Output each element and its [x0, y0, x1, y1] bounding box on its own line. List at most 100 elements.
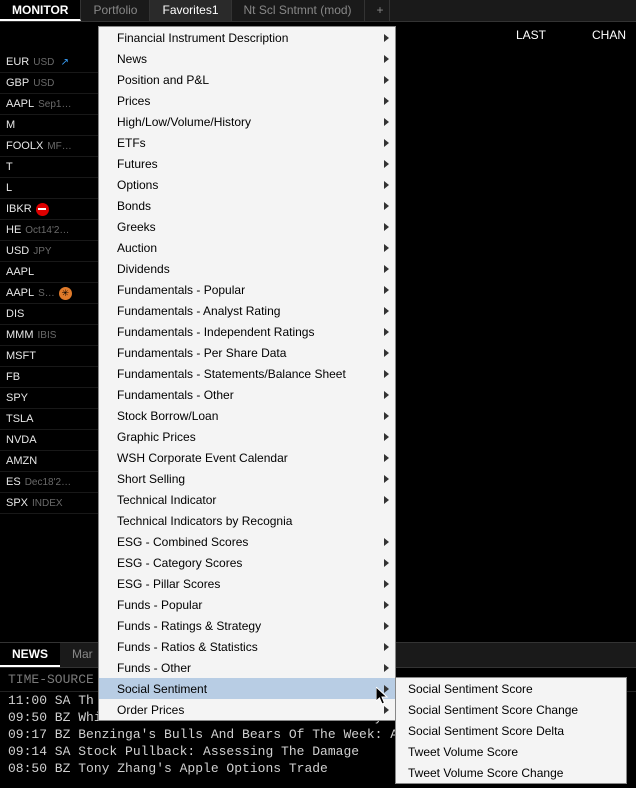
- instrument-row[interactable]: AAPLSep1…: [0, 94, 100, 115]
- menu-item[interactable]: Technical Indicators by Recognia: [99, 510, 395, 531]
- submenu-item[interactable]: Tweet Volume Score Change: [396, 762, 626, 783]
- instrument-symbol: DIS: [6, 308, 24, 320]
- menu-item[interactable]: Position and P&L: [99, 69, 395, 90]
- instrument-symbol: AMZN: [6, 455, 37, 467]
- menu-item[interactable]: High/Low/Volume/History: [99, 111, 395, 132]
- instrument-row[interactable]: TSLA: [0, 409, 100, 430]
- menu-item-label: Fundamentals - Other: [117, 388, 234, 402]
- instrument-row[interactable]: DIS: [0, 304, 100, 325]
- instrument-row[interactable]: AAPLS…✳: [0, 283, 100, 304]
- column-last[interactable]: LAST: [516, 28, 546, 42]
- menu-item[interactable]: Order Prices: [99, 699, 395, 720]
- orange-icon: ✳: [59, 287, 72, 300]
- menu-item-label: Funds - Other: [117, 661, 191, 675]
- instrument-suffix: USD: [33, 57, 54, 68]
- menu-item[interactable]: Fundamentals - Independent Ratings: [99, 321, 395, 342]
- menu-item[interactable]: Fundamentals - Per Share Data: [99, 342, 395, 363]
- instrument-symbol: TSLA: [6, 413, 34, 425]
- submenu-item-label: Social Sentiment Score Change: [408, 703, 578, 717]
- menu-item[interactable]: Bonds: [99, 195, 395, 216]
- instrument-symbol: FB: [6, 371, 20, 383]
- instrument-row[interactable]: IBKR: [0, 199, 100, 220]
- instrument-row[interactable]: MSFT: [0, 346, 100, 367]
- menu-item[interactable]: Financial Instrument Description: [99, 27, 395, 48]
- menu-item-label: High/Low/Volume/History: [117, 115, 251, 129]
- menu-item[interactable]: Social Sentiment: [99, 678, 395, 699]
- menu-item-label: WSH Corporate Event Calendar: [117, 451, 288, 465]
- tab-bar: MONITOR Portfolio Favorites1 Nt Scl Sntm…: [0, 0, 636, 22]
- instrument-row[interactable]: M: [0, 115, 100, 136]
- menu-item-label: Futures: [117, 157, 158, 171]
- instrument-row[interactable]: SPY: [0, 388, 100, 409]
- submenu-item-label: Social Sentiment Score Delta: [408, 724, 564, 738]
- menu-item[interactable]: Funds - Ratios & Statistics: [99, 636, 395, 657]
- menu-item[interactable]: ESG - Pillar Scores: [99, 573, 395, 594]
- instrument-symbol: MMM: [6, 329, 34, 341]
- instrument-symbol: SPY: [6, 392, 28, 404]
- menu-item[interactable]: Fundamentals - Other: [99, 384, 395, 405]
- menu-item[interactable]: WSH Corporate Event Calendar: [99, 447, 395, 468]
- menu-item[interactable]: Prices: [99, 90, 395, 111]
- tab-nt-scl-sntmnt[interactable]: Nt Scl Sntmnt (mod): [232, 0, 365, 21]
- instrument-row[interactable]: FOOLXMF…: [0, 136, 100, 157]
- instrument-suffix: INDEX: [32, 498, 63, 509]
- submenu-item-label: Tweet Volume Score: [408, 745, 518, 759]
- menu-item[interactable]: ESG - Category Scores: [99, 552, 395, 573]
- instrument-row[interactable]: AMZN: [0, 451, 100, 472]
- instrument-row[interactable]: T: [0, 157, 100, 178]
- menu-item[interactable]: Fundamentals - Statements/Balance Sheet: [99, 363, 395, 384]
- menu-item[interactable]: News: [99, 48, 395, 69]
- instrument-symbol: MSFT: [6, 350, 36, 362]
- column-change[interactable]: CHAN: [592, 28, 626, 42]
- menu-item-label: Greeks: [117, 220, 156, 234]
- submenu-item[interactable]: Social Sentiment Score Delta: [396, 720, 626, 741]
- menu-item[interactable]: Stock Borrow/Loan: [99, 405, 395, 426]
- instrument-symbol: IBKR: [6, 203, 32, 215]
- tab-monitor[interactable]: MONITOR: [0, 0, 81, 21]
- instrument-row[interactable]: GBPUSD: [0, 73, 100, 94]
- instrument-row[interactable]: MMMIBIS: [0, 325, 100, 346]
- menu-item-label: ESG - Pillar Scores: [117, 577, 220, 591]
- instrument-row[interactable]: FB: [0, 367, 100, 388]
- menu-item[interactable]: Funds - Ratings & Strategy: [99, 615, 395, 636]
- tab-favorites1[interactable]: Favorites1: [150, 0, 231, 21]
- menu-item[interactable]: Graphic Prices: [99, 426, 395, 447]
- menu-item[interactable]: Fundamentals - Analyst Rating: [99, 300, 395, 321]
- menu-item[interactable]: Funds - Other: [99, 657, 395, 678]
- menu-item[interactable]: ESG - Combined Scores: [99, 531, 395, 552]
- instrument-row[interactable]: NVDA: [0, 430, 100, 451]
- instrument-symbol: SPX: [6, 497, 28, 509]
- menu-item[interactable]: Futures: [99, 153, 395, 174]
- instrument-row[interactable]: ESDec18'2…: [0, 472, 100, 493]
- menu-item-label: Social Sentiment: [117, 682, 207, 696]
- menu-item-label: Position and P&L: [117, 73, 209, 87]
- instrument-row[interactable]: HEOct14'2…: [0, 220, 100, 241]
- submenu-item-label: Social Sentiment Score: [408, 682, 533, 696]
- menu-item[interactable]: Technical Indicator: [99, 489, 395, 510]
- menu-item[interactable]: Auction: [99, 237, 395, 258]
- menu-item[interactable]: Funds - Popular: [99, 594, 395, 615]
- menu-item[interactable]: Options: [99, 174, 395, 195]
- news-tab-news[interactable]: NEWS: [0, 643, 60, 667]
- menu-item-label: Fundamentals - Independent Ratings: [117, 325, 314, 339]
- instrument-row[interactable]: SPX INDEX: [0, 493, 100, 514]
- submenu-item[interactable]: Tweet Volume Score: [396, 741, 626, 762]
- menu-item[interactable]: Dividends: [99, 258, 395, 279]
- tab-add[interactable]: +: [365, 0, 390, 21]
- instrument-row[interactable]: AAPL: [0, 262, 100, 283]
- instrument-row[interactable]: USDJPY: [0, 241, 100, 262]
- instrument-symbol: GBP: [6, 77, 29, 89]
- instrument-suffix: MF…: [47, 141, 71, 152]
- menu-item[interactable]: ETFs: [99, 132, 395, 153]
- instrument-row[interactable]: L: [0, 178, 100, 199]
- menu-item[interactable]: Greeks: [99, 216, 395, 237]
- menu-item-label: Short Selling: [117, 472, 185, 486]
- menu-item[interactable]: Short Selling: [99, 468, 395, 489]
- menu-item[interactable]: Fundamentals - Popular: [99, 279, 395, 300]
- arrow-up-icon: ↗: [58, 56, 71, 69]
- submenu-item[interactable]: Social Sentiment Score Change: [396, 699, 626, 720]
- menu-item-label: ESG - Combined Scores: [117, 535, 248, 549]
- tab-portfolio[interactable]: Portfolio: [81, 0, 150, 21]
- submenu-item[interactable]: Social Sentiment Score: [396, 678, 626, 699]
- instrument-row[interactable]: EURUSD↗: [0, 52, 100, 73]
